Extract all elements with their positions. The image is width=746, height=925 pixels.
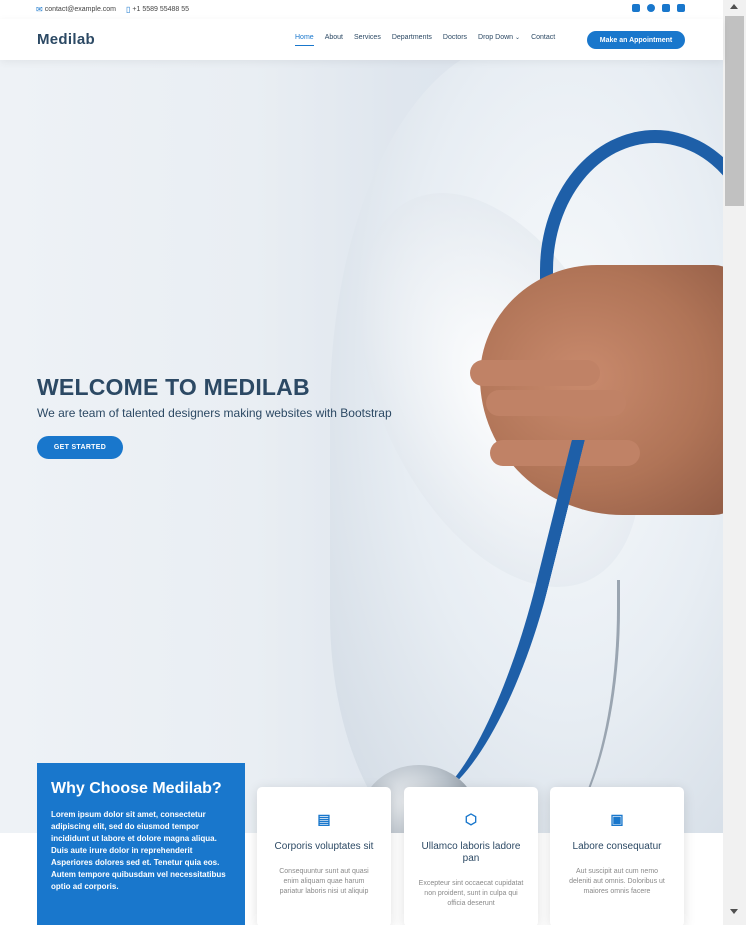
hero-subtitle: We are team of talented designers making… [37, 406, 392, 420]
scroll-up-arrow-icon[interactable] [730, 4, 738, 9]
social-links [632, 4, 685, 12]
receipt-icon: ▤ [317, 811, 331, 827]
page-scrollbar[interactable] [723, 0, 746, 925]
phone-icon: ▯ [126, 5, 131, 14]
main-nav: Home About Services Departments Doctors … [295, 34, 555, 46]
phone-text: +1 5589 55488 55 [132, 6, 190, 13]
instagram-icon[interactable] [662, 4, 670, 12]
nav-dropdown-label: Drop Down [478, 34, 514, 41]
nav-about[interactable]: About [325, 34, 343, 46]
get-started-button[interactable]: GET STARTED [37, 436, 123, 459]
make-appointment-button[interactable]: Make an Appointment [587, 31, 685, 49]
why-text: Lorem ipsum dolor sit amet, consectetur … [51, 810, 226, 891]
contact-email[interactable]: ✉ contact@example.com [36, 5, 116, 14]
feature-card-title: Labore consequatur [572, 841, 662, 852]
scrollbar-thumb[interactable] [725, 16, 744, 206]
images-icon: ▣ [610, 811, 624, 827]
contact-phone[interactable]: ▯ +1 5589 55488 55 [126, 5, 189, 14]
feature-card: ▣ Labore consequatur Aut suscipit aut cu… [550, 787, 684, 925]
site-header: Medilab Home About Services Departments … [0, 19, 723, 60]
why-title: Why Choose Medilab? [51, 780, 222, 797]
hero-image-finger [470, 360, 600, 386]
envelope-icon: ✉ [36, 5, 43, 14]
feature-card-text: Excepteur sint occaecat cupidatat non pr… [418, 880, 524, 907]
nav-contact[interactable]: Contact [531, 34, 555, 46]
feature-card-title: Ullamco laboris ladore pan [421, 841, 521, 864]
nav-services[interactable]: Services [354, 34, 381, 46]
email-text: contact@example.com [44, 6, 117, 13]
top-bar: ✉ contact@example.com ▯ +1 5589 55488 55 [0, 0, 723, 19]
feature-card-text: Consequuntur sunt aut quasi enim aliquam… [279, 868, 369, 895]
nav-home[interactable]: Home [295, 34, 314, 46]
facebook-icon[interactable] [647, 4, 655, 12]
feature-card: ▤ Corporis voluptates sit Consequuntur s… [257, 787, 391, 925]
twitter-icon[interactable] [632, 4, 640, 12]
hero-title: WELCOME TO MEDILAB [37, 374, 310, 400]
linkedin-icon[interactable] [677, 4, 685, 12]
hero-image-finger [486, 390, 626, 416]
nav-doctors[interactable]: Doctors [443, 34, 467, 46]
feature-card-text: Aut suscipit aut cum nemo deleniti aut o… [569, 868, 665, 895]
cube-icon: ⬡ [464, 811, 478, 827]
feature-card-title: Corporis voluptates sit [274, 841, 374, 852]
site-logo[interactable]: Medilab [37, 31, 95, 48]
scroll-down-arrow-icon[interactable] [730, 909, 738, 914]
why-choose-box: Why Choose Medilab? Lorem ipsum dolor si… [37, 763, 245, 925]
nav-dropdown[interactable]: Drop Down ⌄ [478, 34, 520, 46]
nav-departments[interactable]: Departments [392, 34, 432, 46]
chevron-down-icon: ⌄ [515, 35, 521, 41]
feature-card: ⬡ Ullamco laboris ladore pan Excepteur s… [404, 787, 538, 925]
